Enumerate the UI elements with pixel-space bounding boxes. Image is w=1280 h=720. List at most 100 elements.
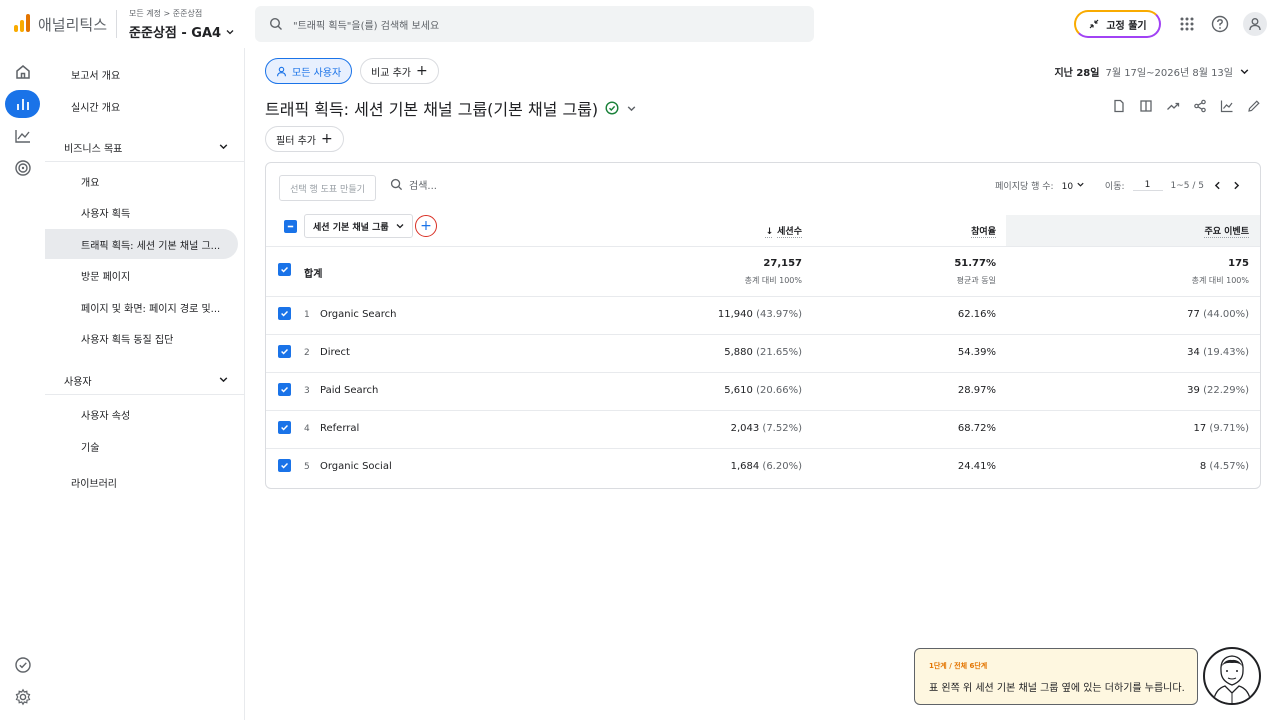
explore-line-chart-icon[interactable] [5, 122, 40, 150]
table-row: 4 Referral 2,043 (7.52%) 68.72% 17 (9.71… [266, 411, 1260, 449]
add-dimension-plus-icon[interactable]: + [415, 215, 437, 237]
row-index: 5 [304, 462, 310, 472]
total-key-events: 175 [1228, 258, 1249, 269]
compare-label: 비교 추가 [371, 67, 411, 79]
document-icon[interactable] [1111, 98, 1127, 114]
nav-section-business-objectives[interactable]: 비즈니스 목표 [64, 140, 229, 155]
key-events-percent: (19.43%) [1203, 347, 1249, 358]
sessions-percent: (7.52%) [762, 423, 802, 434]
unpin-button[interactable]: 고정 풀기 [1074, 10, 1161, 38]
sessions-percent: (43.97%) [756, 309, 802, 320]
goto-label: 이동: [1104, 182, 1125, 192]
row-channel: Direct [320, 347, 350, 358]
key-events-percent: (4.57%) [1209, 461, 1249, 472]
section-label: 비즈니스 목표 [64, 144, 123, 155]
advertising-target-icon[interactable] [5, 154, 40, 182]
row-checkbox[interactable] [278, 307, 291, 320]
nav-item-landing-page[interactable]: 방문 페이지 [81, 268, 130, 283]
tour-guide-avatar-icon [1203, 647, 1261, 705]
row-checkbox[interactable] [278, 345, 291, 358]
column-header-sessions[interactable]: ↓ 세션수 [766, 224, 802, 237]
nav-item-user-cohort[interactable]: 사용자 획득 동질 집단 [81, 331, 173, 346]
share-icon[interactable] [1192, 98, 1208, 114]
chevron-right-icon[interactable] [1231, 180, 1242, 191]
table-row: 5 Organic Social 1,684 (6.20%) 24.41% 8 … [266, 449, 1260, 488]
rows-per-page-label: 페이지당 행 수: [995, 182, 1054, 192]
add-comparison-button[interactable]: 비교 추가 + [360, 58, 439, 84]
key-events-percent: (44.00%) [1203, 309, 1249, 320]
help-icon[interactable] [1210, 14, 1230, 34]
total-key-events-sub: 총계 대비 100% [1191, 276, 1249, 285]
row-key-events: 34 (19.43%) [1187, 347, 1249, 358]
row-checkbox[interactable] [278, 421, 291, 434]
nav-library[interactable]: 라이브러리 [71, 475, 117, 490]
edit-pencil-icon[interactable] [1246, 98, 1262, 114]
nav-item-traffic-acquisition[interactable]: 트래픽 획득: 세션 기본 채널 그... [81, 237, 220, 252]
chevron-down-icon [1240, 69, 1249, 75]
report-toolbar [1111, 98, 1262, 114]
goto-page-input[interactable]: 1 [1132, 180, 1163, 191]
column-header-engagement-rate[interactable]: 참여율 [971, 224, 996, 237]
rows-per-page-select[interactable]: 10 [1062, 180, 1085, 192]
verified-check-icon[interactable] [605, 101, 619, 115]
search-bar[interactable]: "트래픽 획득"을(를) 검색해 보세요 [255, 6, 814, 42]
sessions-value: 5,880 [724, 347, 753, 358]
left-rail [0, 48, 45, 720]
row-checkbox[interactable] [278, 459, 291, 472]
chevron-up-icon [219, 144, 228, 150]
account-breadcrumb[interactable]: 모든 계정 > 준준상점 [129, 8, 202, 19]
nav-item-user-attributes[interactable]: 사용자 속성 [81, 407, 130, 422]
sessions-value: 1,684 [730, 461, 760, 472]
reports-bar-chart-icon[interactable] [5, 90, 40, 118]
person-icon [1249, 18, 1261, 31]
dimension-selector[interactable]: 세션 기본 채널 그룹 [304, 214, 413, 238]
settings-gear-icon[interactable] [5, 683, 40, 711]
nav-realtime-overview[interactable]: 실시간 개요 [71, 99, 120, 114]
key-events-value: 17 [1193, 423, 1207, 434]
nav-section-user[interactable]: 사용자 [64, 373, 229, 388]
report-title: 트래픽 획득: 세션 기본 채널 그룹(기본 채널 그룹) [265, 96, 637, 120]
key-events-value: 8 [1199, 461, 1207, 472]
row-index: 1 [304, 310, 310, 320]
tour-step: 1단계 / 전체 6단계 [929, 662, 988, 670]
date-preset-label: 지난 28일 [1054, 68, 1100, 79]
pagination: 페이지당 행 수: 10 이동: 1 1~5 / 5 [995, 179, 1242, 192]
chevron-down-icon [396, 224, 404, 229]
breadcrumb-separator: > [163, 9, 171, 18]
check-circle-icon[interactable] [5, 651, 40, 679]
segment-chip-all-users[interactable]: 모든 사용자 [265, 58, 353, 84]
row-checkbox[interactable] [278, 383, 291, 396]
chevron-down-icon[interactable] [626, 103, 637, 114]
add-filter-button[interactable]: 필터 추가 + [265, 126, 344, 152]
table-search-input[interactable]: 검색... [390, 177, 437, 192]
row-checkbox[interactable] [278, 263, 291, 276]
nav-report-overview[interactable]: 보고서 개요 [71, 67, 120, 82]
sessions-percent: (20.66%) [756, 385, 802, 396]
select-all-checkbox[interactable] [284, 220, 297, 233]
date-range-selector[interactable]: 지난 28일 7월 17일~2026년 8월 13일 [1054, 64, 1250, 79]
column-label: 세션수 [777, 227, 802, 237]
key-events-value: 34 [1187, 347, 1200, 358]
analytics-logo-icon[interactable] [14, 14, 30, 32]
nav-item-tech[interactable]: 기술 [81, 439, 99, 454]
tour-tooltip: 1단계 / 전체 6단계 표 왼쪽 위 세션 기본 채널 그룹 옆에 있는 더하… [914, 648, 1198, 705]
row-engagement: 28.97% [957, 385, 996, 396]
row-sessions: 1,684 (6.20%) [731, 461, 802, 472]
chevron-left-icon[interactable] [1212, 180, 1223, 191]
row-sessions: 11,940 (43.97%) [718, 309, 802, 320]
account-avatar[interactable] [1243, 12, 1267, 36]
total-sessions-sub: 총계 대비 100% [744, 276, 802, 285]
nav-item-pages-screens[interactable]: 페이지 및 화면: 페이지 경로 및... [81, 300, 220, 315]
column-header-key-events[interactable]: 주요 이벤트 [1204, 224, 1249, 237]
nav-item-user-acquisition[interactable]: 사용자 획득 [81, 205, 130, 220]
line-chart-icon[interactable] [1219, 98, 1235, 114]
row-index: 4 [304, 424, 310, 434]
apps-grid-icon[interactable] [1177, 14, 1197, 34]
home-icon[interactable] [5, 58, 40, 86]
nav-item-overview[interactable]: 개요 [81, 174, 99, 189]
compare-columns-icon[interactable] [1138, 98, 1154, 114]
table-row: 3 Paid Search 5,610 (20.66%) 28.97% 39 (… [266, 373, 1260, 411]
insights-trend-icon[interactable] [1165, 98, 1181, 114]
property-selector[interactable]: 준준상점 - GA4 [129, 22, 235, 41]
make-row-chart-button[interactable]: 선택 행 도표 만들기 [279, 175, 376, 201]
